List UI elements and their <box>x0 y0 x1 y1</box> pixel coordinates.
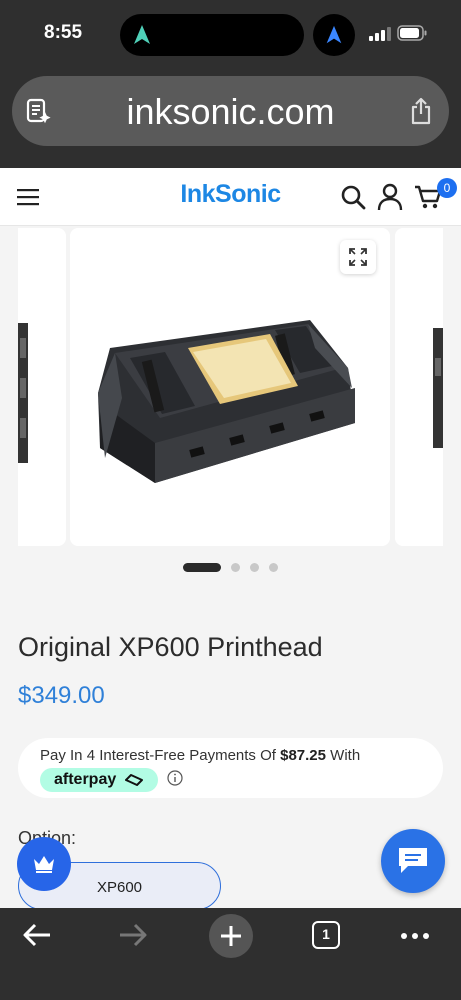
tab-switcher-button[interactable]: 1 <box>312 921 340 949</box>
back-arrow-icon[interactable] <box>22 922 52 948</box>
cart-count-badge: 0 <box>437 178 457 198</box>
more-options-icon[interactable] <box>400 932 430 940</box>
active-slide[interactable] <box>70 228 390 546</box>
afterpay-message: Pay In 4 Interest-Free Payments Of $87.2… <box>40 747 360 764</box>
expand-icon <box>349 248 367 266</box>
printhead-image-partial <box>18 323 28 463</box>
afterpay-text-after: With <box>330 747 361 764</box>
live-chat-button[interactable] <box>381 829 445 893</box>
account-icon[interactable] <box>377 183 403 211</box>
printhead-image-partial <box>433 328 443 448</box>
rewards-button[interactable] <box>17 837 71 891</box>
site-header: InkSonic <box>0 168 461 226</box>
location-indicator <box>313 14 355 56</box>
chat-bubble-icon <box>399 848 427 873</box>
dynamic-island <box>120 14 304 56</box>
battery-icon <box>397 25 427 41</box>
cellular-signal-icon <box>369 27 391 41</box>
plus-icon <box>221 926 241 946</box>
clock: 8:55 <box>44 22 83 43</box>
location-arrow-icon <box>326 25 342 44</box>
browser-toolbar: 1 <box>0 908 461 1000</box>
address-bar[interactable]: inksonic.com <box>12 76 449 146</box>
afterpay-installment-amount: $87.25 <box>280 747 326 764</box>
pagination-dot[interactable] <box>250 563 259 573</box>
url-text[interactable]: inksonic.com <box>12 91 449 133</box>
crown-icon <box>34 856 54 873</box>
product-price: $349.00 <box>18 682 105 709</box>
afterpay-logo: afterpay <box>40 768 158 792</box>
pagination-dot[interactable] <box>269 563 278 573</box>
info-icon[interactable] <box>167 770 183 786</box>
previous-slide[interactable] <box>18 228 66 546</box>
status-bar: 8:55 <box>0 0 461 68</box>
browser-address-area: inksonic.com <box>0 68 461 168</box>
next-slide[interactable] <box>395 228 443 546</box>
pagination-dot-active[interactable] <box>183 563 221 573</box>
afterpay-banner: Pay In 4 Interest-Free Payments Of $87.2… <box>18 738 443 798</box>
navigation-arrow-icon <box>134 25 150 44</box>
pagination-dot[interactable] <box>231 563 240 573</box>
afterpay-brand-text: afterpay <box>54 771 117 788</box>
zoom-image-button[interactable] <box>340 240 376 274</box>
search-icon[interactable] <box>340 184 366 210</box>
gallery-pagination <box>0 559 461 573</box>
new-tab-button[interactable] <box>209 914 253 958</box>
product-image-gallery[interactable] <box>0 226 461 556</box>
forward-arrow-icon[interactable] <box>118 922 148 948</box>
afterpay-arrows-icon <box>125 774 143 786</box>
share-icon[interactable] <box>409 97 433 125</box>
product-title: Original XP600 Printhead <box>18 632 323 662</box>
afterpay-text-before: Pay In 4 Interest-Free Payments Of <box>40 747 276 764</box>
printhead-product-image <box>98 320 355 483</box>
